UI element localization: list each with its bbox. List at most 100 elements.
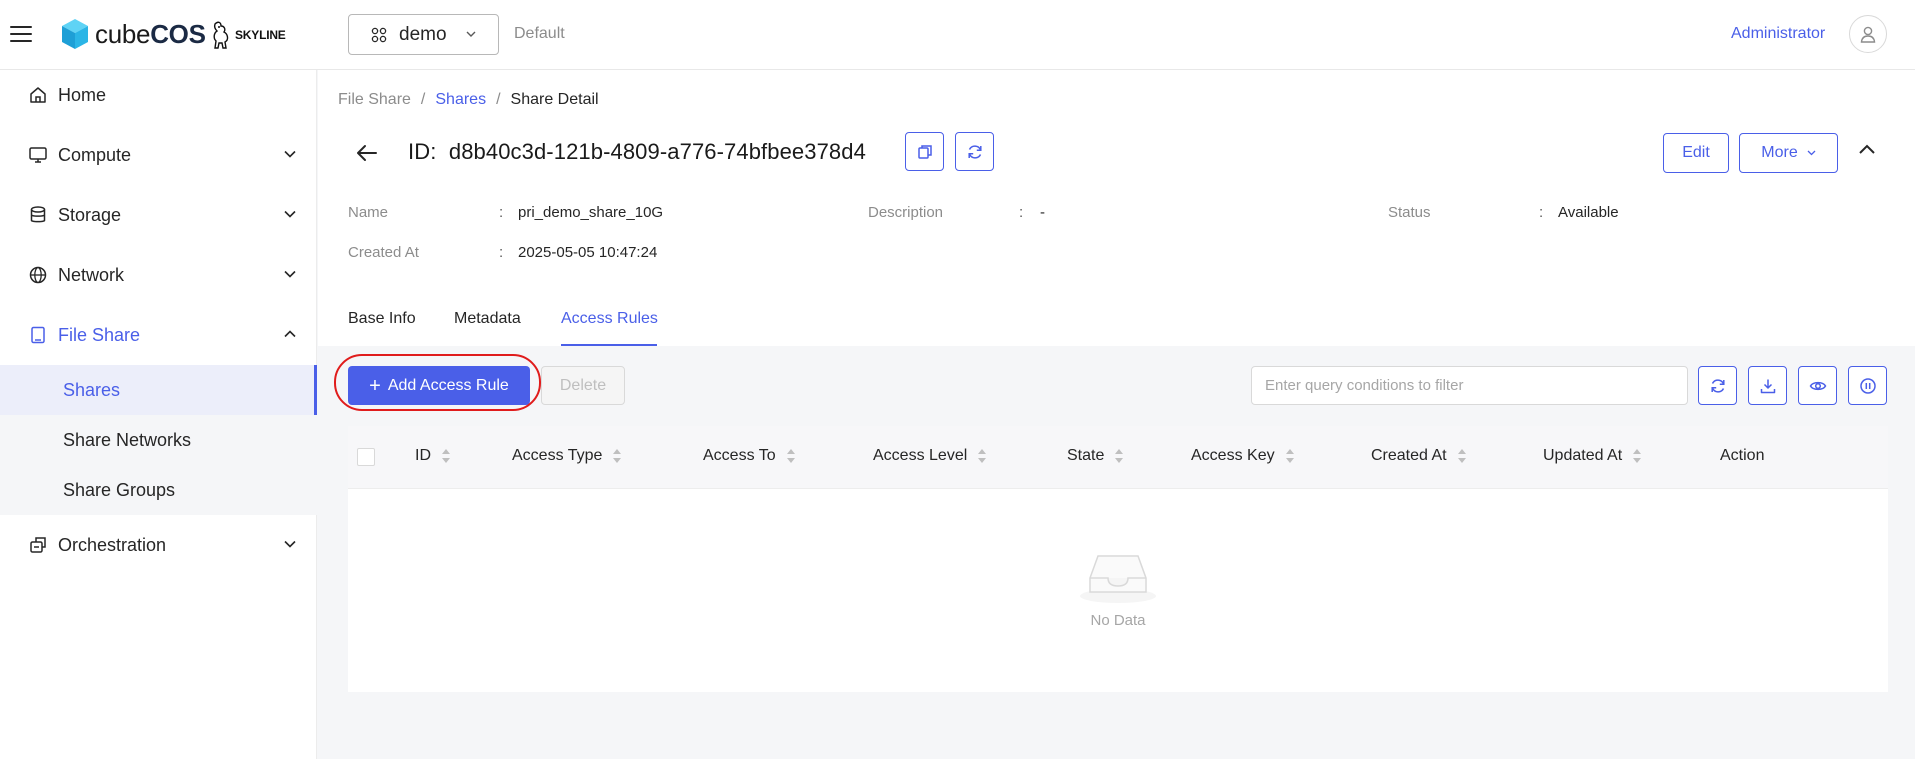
more-button-label: More [1761, 144, 1798, 161]
project-selector[interactable]: demo [348, 14, 499, 55]
column-header-label: State [1067, 447, 1105, 464]
sidebar-subitem-label: Share Networks [63, 429, 192, 450]
column-header-access-key[interactable]: Access Key [1191, 447, 1295, 465]
cubecos-logo[interactable]: cubeCOS [61, 18, 206, 50]
skyline-logo-text: SKYLINE [235, 28, 286, 42]
menu-toggle-icon[interactable] [9, 22, 33, 46]
filter-input[interactable] [1251, 366, 1688, 405]
user-avatar[interactable] [1849, 15, 1887, 53]
sort-icon [786, 449, 795, 463]
select-all-checkbox[interactable] [357, 448, 375, 466]
empty-state-text: No Data [1090, 612, 1146, 629]
column-visibility-button[interactable] [1798, 366, 1837, 405]
skyline-mascot-icon [213, 21, 229, 49]
field-colon: : [1019, 204, 1024, 221]
access-rules-table: ID Access Type Access To Access Level St… [348, 426, 1888, 692]
sort-icon [978, 449, 987, 463]
more-dropdown-button[interactable]: More [1739, 133, 1838, 173]
column-header-label: Access Type [512, 447, 603, 464]
field-colon: : [1539, 204, 1544, 221]
refresh-list-button[interactable] [1698, 366, 1737, 405]
sidebar-item-compute[interactable]: Compute [0, 130, 317, 180]
sort-icon [1457, 449, 1466, 463]
tab-metadata[interactable]: Metadata [454, 310, 521, 328]
empty-inbox-icon [1080, 555, 1156, 603]
created-at-label: Created At [348, 244, 419, 261]
status-label: Status [1388, 204, 1431, 221]
sidebar-item-storage[interactable]: Storage [0, 190, 317, 240]
column-header-action: Action [1720, 447, 1764, 465]
sidebar-subitem-share-networks[interactable]: Share Networks [0, 415, 317, 465]
column-header-updated-at[interactable]: Updated At [1543, 447, 1642, 465]
table-header: ID Access Type Access To Access Level St… [348, 426, 1888, 489]
file-share-icon [31, 326, 45, 344]
column-header-created-at[interactable]: Created At [1371, 447, 1467, 465]
project-name: demo [399, 23, 447, 45]
column-header-label: Access To [703, 447, 776, 464]
sidebar-item-orchestration[interactable]: Orchestration [0, 520, 317, 570]
globe-icon [29, 266, 47, 284]
chevron-down-icon [284, 210, 296, 218]
column-header-label: Action [1720, 447, 1765, 464]
sidebar-item-file-share[interactable]: File Share [0, 310, 317, 360]
sidebar-item-network[interactable]: Network [0, 250, 317, 300]
add-access-rule-button[interactable]: + Add Access Rule [348, 366, 530, 405]
cube-logo-icon [62, 19, 88, 49]
chevron-down-icon [284, 270, 296, 278]
sidebar-item-home[interactable]: Home [0, 70, 317, 120]
collapse-detail-button[interactable] [1857, 143, 1877, 155]
pause-auto-refresh-button[interactable] [1848, 366, 1887, 405]
field-colon: : [499, 204, 504, 221]
copy-id-button[interactable] [905, 132, 944, 171]
sidebar-subitem-share-groups[interactable]: Share Groups [0, 465, 317, 515]
sidebar-item-label: File Share [58, 324, 141, 345]
created-at-value: 2025-05-05 10:47:24 [518, 244, 658, 261]
chevron-down-icon [284, 150, 296, 158]
sidebar-item-label: Network [58, 264, 125, 285]
breadcrumb: File Share / Shares / Share Detail [338, 91, 599, 109]
tab-base-info[interactable]: Base Info [348, 310, 416, 328]
refresh-icon [967, 144, 982, 159]
id-prefix: ID: [408, 139, 437, 164]
plus-icon: + [369, 374, 381, 397]
refresh-detail-button[interactable] [955, 132, 994, 171]
edit-button[interactable]: Edit [1663, 133, 1729, 173]
active-tab-indicator [561, 344, 657, 346]
database-icon [30, 206, 46, 223]
download-button[interactable] [1748, 366, 1787, 405]
user-menu-link[interactable]: Administrator [1731, 25, 1825, 43]
column-header-id[interactable]: ID [415, 447, 451, 465]
tab-access-rules[interactable]: Access Rules [561, 310, 658, 328]
top-bar: cubeCOS SKYLINE demo Default Administrat… [0, 0, 1915, 70]
column-header-label: Created At [1371, 447, 1447, 464]
monitor-icon [29, 147, 47, 163]
column-header-access-type[interactable]: Access Type [512, 447, 622, 465]
sort-icon [1285, 449, 1294, 463]
sort-icon [613, 449, 622, 463]
sidebar-subitem-label: Shares [63, 379, 121, 400]
column-header-access-level[interactable]: Access Level [873, 447, 987, 465]
edit-button-label: Edit [1682, 144, 1710, 161]
user-icon [1860, 26, 1876, 43]
pause-icon [1859, 377, 1876, 394]
sidebar: Home Compute Storage Network File Share … [0, 70, 317, 759]
sidebar-subitem-shares[interactable]: Shares [0, 365, 317, 415]
sidebar-item-label: Home [58, 84, 107, 105]
breadcrumb-link-shares[interactable]: Shares [435, 91, 486, 109]
logo-text: cubeCOS [95, 18, 206, 49]
column-header-state[interactable]: State [1067, 447, 1124, 465]
sort-icon [1633, 449, 1642, 463]
page-title: ID: d8b40c3d-121b-4809-a776-74bfbee378d4 [408, 139, 866, 165]
sidebar-item-label: Compute [58, 144, 132, 165]
project-grid-icon [371, 27, 387, 42]
description-label: Description [868, 204, 944, 221]
name-value: pri_demo_share_10G [518, 204, 664, 221]
add-access-rule-label: Add Access Rule [387, 376, 509, 394]
breadcrumb-current: Share Detail [510, 91, 599, 108]
breadcrumb-root: File Share [338, 91, 411, 108]
column-header-access-to[interactable]: Access To [703, 447, 796, 465]
back-arrow-icon[interactable] [354, 141, 380, 165]
delete-button[interactable]: Delete [541, 366, 625, 405]
refresh-icon [1710, 378, 1725, 393]
chevron-down-icon [1807, 150, 1816, 156]
